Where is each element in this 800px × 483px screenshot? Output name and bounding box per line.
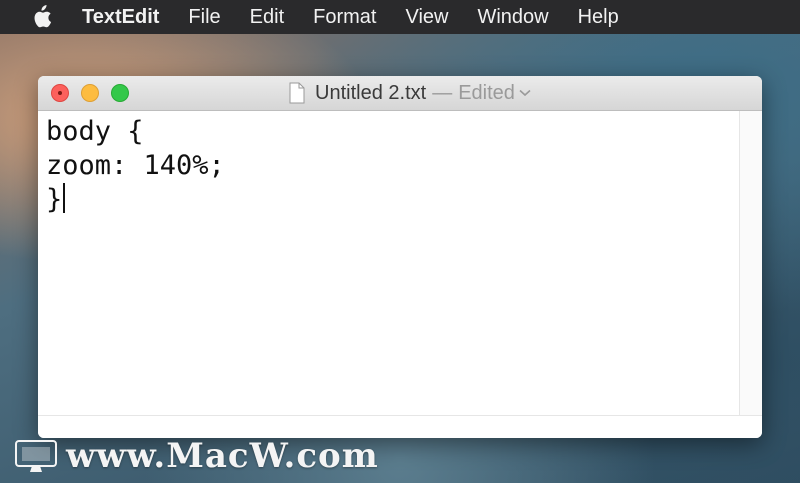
horizontal-scroll-area bbox=[38, 415, 762, 438]
watermark-text: www.MacW.com bbox=[66, 436, 379, 476]
menu-format[interactable]: Format bbox=[313, 6, 376, 29]
menu-view[interactable]: View bbox=[405, 6, 448, 29]
title-separator: — bbox=[432, 81, 453, 104]
menu-window[interactable]: Window bbox=[477, 6, 548, 29]
edited-status: Edited bbox=[458, 81, 515, 104]
apple-logo-icon[interactable] bbox=[28, 4, 54, 30]
document-icon bbox=[289, 82, 305, 104]
title-bar[interactable]: Untitled 2.txt — Edited bbox=[38, 76, 762, 111]
window-title[interactable]: Untitled 2.txt — Edited bbox=[38, 76, 762, 110]
menu-app-textedit[interactable]: TextEdit bbox=[82, 6, 159, 29]
menu-edit[interactable]: Edit bbox=[250, 6, 284, 29]
textedit-window: Untitled 2.txt — Edited body {zoom: 140%… bbox=[38, 76, 762, 438]
vertical-scrollbar[interactable] bbox=[739, 111, 762, 415]
chevron-down-icon[interactable] bbox=[519, 89, 531, 97]
editor-line: zoom: 140%; bbox=[46, 150, 225, 181]
text-cursor bbox=[63, 183, 66, 213]
menu-file[interactable]: File bbox=[188, 6, 220, 29]
editor-content[interactable]: body {zoom: 140%;} bbox=[46, 115, 225, 217]
watermark: www.MacW.com bbox=[14, 436, 379, 476]
editor-line: body { bbox=[46, 116, 144, 147]
macw-logo-icon bbox=[15, 440, 57, 472]
document-name: Untitled 2.txt bbox=[315, 81, 427, 104]
menu-bar: TextEdit File Edit Format View Window He… bbox=[0, 0, 800, 34]
editor-line-text: } bbox=[46, 184, 63, 215]
text-editor[interactable]: body {zoom: 140%;} bbox=[38, 111, 738, 415]
menu-help[interactable]: Help bbox=[578, 6, 619, 29]
editor-line-last: } bbox=[46, 183, 225, 217]
